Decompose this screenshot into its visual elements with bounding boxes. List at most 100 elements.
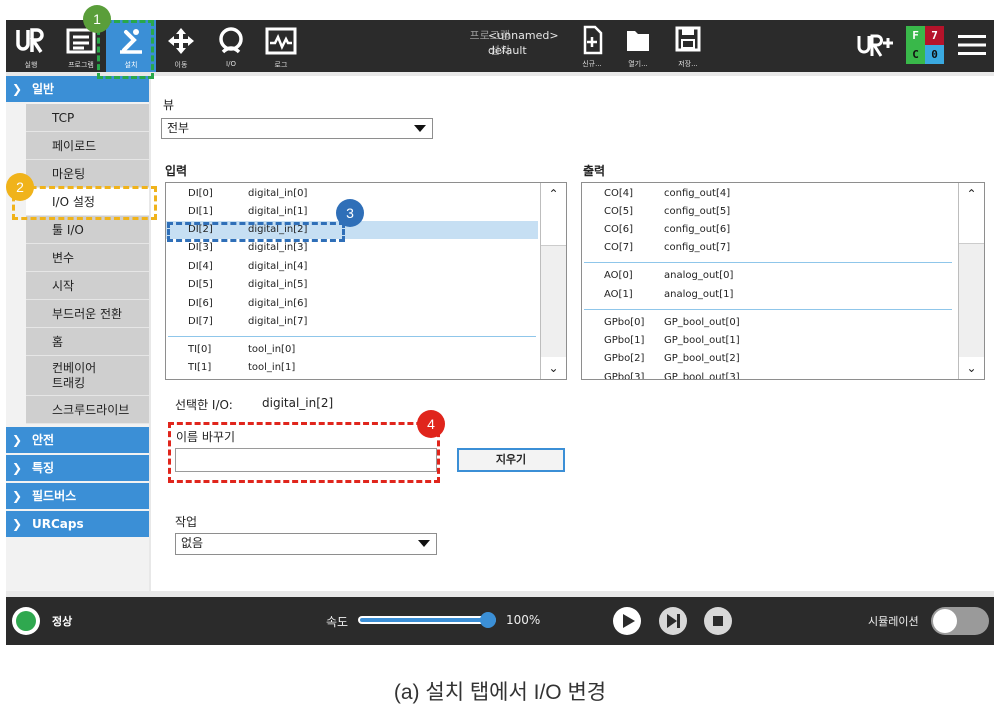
dropdown-arrow-icon [418,540,430,547]
force-control-indicator[interactable]: F 7 C 0 [906,26,944,64]
installation-sidebar: ❯ 일반 TCP 페이로드 마운팅 I/O 설정 툴 I/O 변수 시작 부드러… [6,76,149,591]
list-item[interactable]: CO[5] config_out[5] [582,203,958,221]
save-file-button[interactable]: 저장... [668,24,708,70]
sidebar-item-payload[interactable]: 페이로드 [26,132,149,160]
open-file-label: 열기... [628,60,648,68]
nav-log-tab[interactable]: 로그 [256,20,306,72]
io-name: tool_in[0] [248,344,296,355]
list-item[interactable]: GPbo[3] GP_bool_out[3] [582,369,958,379]
category-general[interactable]: ❯ 일반 [6,76,149,102]
view-dropdown[interactable]: 전부 [161,118,433,139]
selected-io-value: digital_in[2] [262,396,334,410]
io-id: GPbo[2] [604,353,645,364]
nav-move-tab[interactable]: 이동 [156,20,206,72]
list-item[interactable]: DI[6] digital_in[6] [166,295,538,313]
io-name: config_out[6] [664,224,731,235]
hamburger-menu-icon[interactable] [958,33,986,57]
sidebar-item-label: 마운팅 [52,167,86,181]
sidebar-item-label: TCP [52,111,75,125]
list-item[interactable]: TI[1] tool_in[1] [166,359,538,377]
nav-log-label: 로그 [274,61,288,69]
output-list[interactable]: CO[4] config_out[4] CO[5] config_out[5] CO… [581,182,985,380]
category-features[interactable]: ❯ 특징 [6,455,149,481]
input-section-label: 입력 [165,164,188,178]
status-indicator-ring[interactable] [12,607,40,635]
io-name: digital_in[4] [248,261,308,272]
sidebar-item-variables[interactable]: 변수 [26,244,149,272]
list-item[interactable]: AO[0] analog_out[0] [582,267,958,285]
save-file-label: 저장... [678,60,698,68]
io-id: GPbo[1] [604,335,645,346]
simulation-label: 시뮬레이션 [868,615,919,628]
stop-icon[interactable] [703,606,733,636]
sidebar-item-label: 컨베이어 트래킹 [52,361,97,390]
open-file-button[interactable]: 열기... [618,24,658,70]
list-item[interactable]: AO[1] analog_out[1] [582,286,958,304]
sidebar-item-smooth-transition[interactable]: 부드러운 전환 [26,300,149,328]
step-icon[interactable] [658,606,688,636]
list-item[interactable]: DI[7] digital_in[7] [166,313,538,331]
speed-slider-track[interactable] [358,612,496,628]
io-icon [219,27,243,54]
chevron-down-icon: ❯ [12,82,23,96]
list-item[interactable]: CO[6] config_out[6] [582,221,958,239]
play-icon[interactable] [612,606,642,636]
scroll-thumb[interactable] [541,205,566,246]
sidebar-item-tool-io[interactable]: 툴 I/O [26,216,149,244]
list-item[interactable]: CO[4] config_out[4] [582,185,958,203]
sidebar-item-label: 부드러운 전환 [52,307,123,321]
action-dropdown[interactable]: 없음 [175,533,437,555]
nav-run-tab[interactable]: 실행 [6,20,56,72]
io-id: TI[1] [188,362,212,373]
output-list-scrollbar[interactable]: ⌃ ⌄ [958,183,984,379]
category-label: URCaps [32,517,84,531]
toggle-knob [933,609,957,633]
io-name: tool_in[1] [248,362,296,373]
scroll-down-icon[interactable]: ⌄ [541,357,566,379]
list-item[interactable]: CO[7] config_out[7] [582,239,958,257]
program-name: <unnamed> [488,29,559,42]
io-name: config_out[7] [664,242,731,253]
list-item[interactable]: GPbo[1] GP_bool_out[1] [582,332,958,350]
nav-run-label: 실행 [24,61,38,69]
sidebar-item-conveyor-tracking[interactable]: 컨베이어 트래킹 [26,356,149,396]
io-name: GP_bool_out[1] [664,335,740,346]
chevron-right-icon: ❯ [12,461,23,475]
sidebar-item-home[interactable]: 홈 [26,328,149,356]
list-item[interactable]: TI[0] tool_in[0] [166,341,538,359]
input-list-scrollbar[interactable]: ⌃ ⌄ [540,183,566,379]
io-id: CO[6] [604,224,634,235]
list-item[interactable]: DI[4] digital_in[4] [166,258,538,276]
speed-label: 속도 [326,615,349,629]
category-urcaps[interactable]: ❯ URCaps [6,511,149,537]
category-safety[interactable]: ❯ 안전 [6,427,149,453]
category-label: 필드버스 [32,489,77,503]
new-file-button[interactable]: 신규... [572,24,612,70]
speed-slider-knob[interactable] [480,612,496,628]
urcaps-plus-icon[interactable] [856,32,896,60]
marker-1-badge: 1 [83,5,111,33]
sidebar-item-screwdriving[interactable]: 스크루드라이브 [26,396,149,424]
scroll-up-icon[interactable]: ⌃ [541,183,566,205]
io-id: CO[7] [604,242,634,253]
category-fieldbus[interactable]: ❯ 필드버스 [6,483,149,509]
list-item[interactable]: GPbo[0] GP_bool_out[0] [582,314,958,332]
nav-io-tab[interactable]: I/O [206,20,256,72]
scroll-down-icon[interactable]: ⌄ [959,357,984,379]
scroll-thumb[interactable] [959,205,984,244]
io-name: digital_in[6] [248,298,308,309]
io-name: config_out[4] [664,188,731,199]
sidebar-item-startup[interactable]: 시작 [26,272,149,300]
scroll-up-icon[interactable]: ⌃ [959,183,984,205]
list-item[interactable]: DI[5] digital_in[5] [166,276,538,294]
selected-io-label: 선택한 I/O: [175,398,233,412]
simulation-toggle[interactable] [931,607,989,635]
log-icon [265,27,297,55]
sidebar-item-tcp[interactable]: TCP [26,104,149,132]
clear-button[interactable]: 지우기 [457,448,565,472]
sidebar-item-mounting[interactable]: 마운팅 [26,160,149,188]
action-dropdown-value: 없음 [181,536,204,550]
input-list[interactable]: DI[0] digital_in[0] DI[1] digital_in[1] DI… [165,182,567,380]
status-led-icon [16,611,36,631]
list-item[interactable]: GPbo[2] GP_bool_out[2] [582,350,958,368]
